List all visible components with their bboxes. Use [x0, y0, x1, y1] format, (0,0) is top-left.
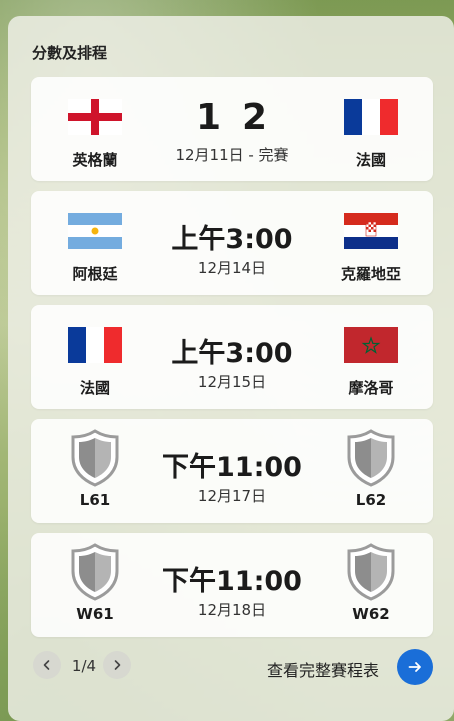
home-score: 1: [195, 97, 222, 138]
team-name: L62: [355, 491, 387, 509]
away-team[interactable]: L62: [316, 419, 426, 523]
match-card[interactable]: W61 下午11:00 12月18日 W62: [31, 533, 433, 637]
away-team[interactable]: 法國: [316, 77, 426, 181]
match-date: 12月15日: [197, 373, 267, 391]
match-card[interactable]: 法國 上午3:00 12月15日 摩洛哥: [31, 305, 433, 409]
home-team[interactable]: 英格蘭: [40, 77, 150, 181]
france-flag-icon: [68, 327, 122, 363]
shield-placeholder-icon: [69, 429, 121, 487]
previous-page-button[interactable]: [33, 651, 61, 679]
away-team[interactable]: W62: [316, 533, 426, 637]
match-info: 下午11:00 12月17日: [151, 419, 313, 523]
england-flag-icon: [68, 99, 122, 135]
team-name: W62: [352, 605, 390, 623]
morocco-flag-icon: [344, 327, 398, 363]
match-card[interactable]: 英格蘭 12 12月11日 - 完賽 法國: [31, 77, 433, 181]
team-name: 阿根廷: [72, 265, 118, 283]
away-team[interactable]: 摩洛哥: [316, 305, 426, 409]
home-team[interactable]: 阿根廷: [40, 191, 150, 295]
kickoff-time: 下午11:00: [162, 566, 302, 597]
team-name: 摩洛哥: [348, 379, 394, 397]
kickoff-time: 上午3:00: [171, 224, 293, 255]
widget-title: 分數及排程: [32, 44, 108, 62]
home-team[interactable]: 法國: [40, 305, 150, 409]
argentina-flag-icon: [68, 213, 122, 249]
match-card[interactable]: 阿根廷 上午3:00 12月14日 克羅地亞: [31, 191, 433, 295]
team-name: 克羅地亞: [340, 265, 401, 283]
shield-placeholder-icon: [345, 543, 397, 601]
match-info: 12 12月11日 - 完賽: [151, 77, 313, 181]
croatia-flag-icon: [344, 213, 398, 249]
home-team[interactable]: W61: [40, 533, 150, 637]
widget-footer: 1/4 查看完整賽程表: [31, 649, 433, 685]
match-date: 12月18日: [197, 601, 267, 619]
match-status: 12月11日 - 完賽: [175, 146, 289, 164]
home-team[interactable]: L61: [40, 419, 150, 523]
team-name: W61: [76, 605, 114, 623]
team-name: L61: [79, 491, 111, 509]
away-score: 2: [242, 97, 269, 138]
go-full-schedule-button[interactable]: [397, 649, 433, 685]
team-name: 法國: [79, 379, 110, 397]
full-schedule-link[interactable]: 查看完整賽程表: [267, 657, 379, 681]
match-card[interactable]: L61 下午11:00 12月17日 L62: [31, 419, 433, 523]
arrow-right-icon: [408, 662, 421, 672]
team-name: 法國: [355, 151, 386, 169]
match-info: 上午3:00 12月14日: [151, 191, 313, 295]
score: 12: [151, 97, 313, 138]
kickoff-time: 上午3:00: [171, 338, 293, 369]
shield-placeholder-icon: [69, 543, 121, 601]
away-team[interactable]: 克羅地亞: [316, 191, 426, 295]
match-info: 下午11:00 12月18日: [151, 533, 313, 637]
next-page-button[interactable]: [103, 651, 131, 679]
chevron-left-icon: [43, 660, 50, 670]
scores-schedule-widget: 分數及排程 英格蘭 12 12月11日 - 完賽 法國 阿根廷 上午3:00 1…: [8, 16, 454, 721]
shield-placeholder-icon: [345, 429, 397, 487]
chevron-right-icon: [114, 660, 121, 670]
france-flag-icon: [344, 99, 398, 135]
page-indicator: 1/4: [71, 657, 97, 675]
match-info: 上午3:00 12月15日: [151, 305, 313, 409]
match-date: 12月17日: [197, 487, 267, 505]
kickoff-time: 下午11:00: [162, 452, 302, 483]
match-date: 12月14日: [197, 259, 267, 277]
team-name: 英格蘭: [72, 151, 118, 169]
